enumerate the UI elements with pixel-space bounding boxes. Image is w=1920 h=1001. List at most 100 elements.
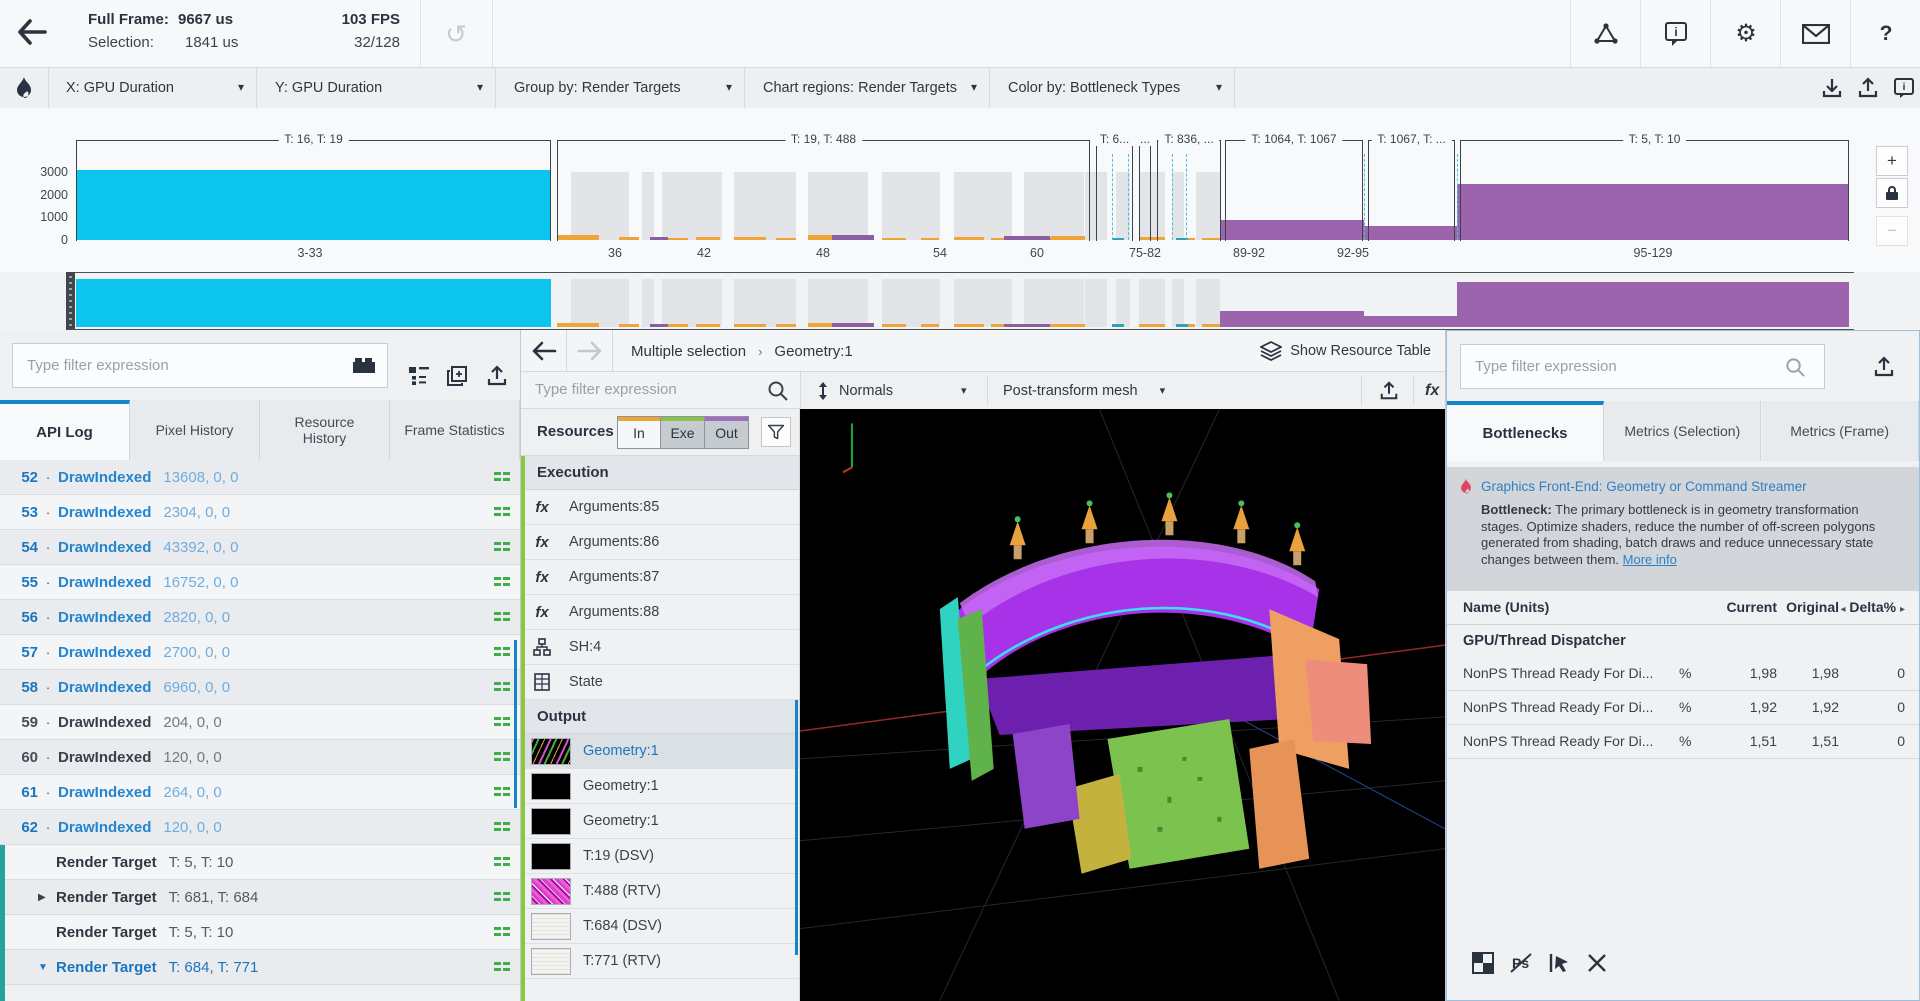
chart-bar-teal[interactable] [1112,324,1124,327]
resource-row[interactable]: SH:4 [521,630,800,665]
chart-bar-orange[interactable] [1139,324,1165,327]
chart-bar-orange[interactable] [1051,324,1085,327]
help-button[interactable]: ? [1850,0,1920,67]
chart-bar-gray[interactable] [1024,172,1084,240]
chart-bar-orange[interactable] [882,238,906,240]
region-label[interactable]: T: 836, ... [1158,132,1219,146]
chart-bar-gray[interactable] [808,172,868,240]
api-log-row[interactable]: 54·DrawIndexed43392, 0, 0 [0,530,520,565]
chart-bar-orange[interactable] [557,323,599,327]
resource-row[interactable]: fxArguments:86 [521,525,800,560]
chart-bar-purple[interactable] [1220,220,1364,240]
resource-row[interactable]: fxArguments:88 [521,595,800,630]
log-scrollbar[interactable] [514,640,517,808]
tab-metrics-selection-[interactable]: Metrics (Selection) [1604,401,1761,461]
tab-pixel-history[interactable]: Pixel History [130,400,260,460]
chart-bar-gray[interactable] [734,279,796,327]
nav-back-button[interactable] [521,330,567,372]
chart-bar-orange[interactable] [1202,238,1220,240]
api-log-row[interactable]: 58·DrawIndexed6960, 0, 0 [0,670,520,705]
chart-bar-purpleDark[interactable] [1004,236,1050,240]
column-original[interactable]: Original [1786,599,1839,615]
search-icon[interactable] [1785,357,1805,377]
chart-bar-gray[interactable] [954,172,1012,240]
resource-row[interactable]: Geometry:1 [521,734,800,769]
region-label[interactable]: T: 1067, T: ... [1371,132,1451,146]
bottleneck-title-link[interactable]: Graphics Front-End: Geometry or Command … [1481,479,1807,494]
api-log-row[interactable]: 56·DrawIndexed2820, 0, 0 [0,600,520,635]
chart-bar-orange[interactable] [619,324,639,327]
chart-bar-orange[interactable] [696,237,720,240]
chart-bar-teal[interactable] [1112,238,1124,240]
chart-bar-orange[interactable] [734,237,766,240]
view-mode-dropdown[interactable]: Normals ▾ [815,372,967,409]
chart-bar-orange[interactable] [921,324,939,327]
chart-bar-gray[interactable] [1172,279,1184,327]
io-filter-exe[interactable]: Exe [661,416,705,449]
chart-bar-gray[interactable] [1196,172,1220,240]
api-log-row[interactable]: 61·DrawIndexed264, 0, 0 [0,775,520,810]
chart-bar-orange[interactable] [776,324,796,327]
api-log-row[interactable]: 62·DrawIndexed120, 0, 0 [0,810,520,845]
chart-bar-purpleDark[interactable] [650,237,668,240]
back-button[interactable] [14,14,54,54]
breadcrumb-item-geometry[interactable]: Geometry:1 [774,343,852,360]
feedback-button[interactable] [1780,0,1851,67]
region-label[interactable]: T: 19, T: 488 [785,132,862,146]
region-label[interactable]: ... [1134,132,1156,146]
column-delta[interactable]: ◂ Delta% ▸ [1840,599,1905,615]
chart-bar-gray[interactable] [1116,279,1130,327]
chart-bar-gray[interactable] [662,279,722,327]
export-button[interactable] [1852,73,1884,103]
column-name[interactable]: Name (Units) [1463,599,1549,615]
hotspot-mode-button[interactable] [0,68,49,108]
tab-api-log[interactable]: API Log [0,400,130,460]
chart-bar-purple[interactable] [1364,316,1457,327]
resource-row[interactable]: fxArguments:87 [521,560,800,595]
chart-info-button[interactable]: i [1888,73,1920,103]
chart-bar-gray[interactable] [662,172,722,240]
show-resource-table-button[interactable]: Show Resource Table [1260,330,1431,372]
chart-plot-area[interactable]: T: 16, T: 19T: 19, T: 488T: 6......T: 83… [76,140,1849,240]
resource-row[interactable]: T:771 (RTV) [521,944,800,979]
zoom-out-button[interactable]: − [1876,216,1908,246]
chart-bar-gray[interactable] [808,279,868,327]
chart-bar-orange[interactable] [734,324,766,327]
resource-row[interactable]: T:19 (DSV) [521,839,800,874]
toolbar-dropdown[interactable]: Y: GPU Duration▾ [257,68,496,108]
api-log-row[interactable]: 57·DrawIndexed2700, 0, 0 [0,635,520,670]
render-target-row[interactable]: ▼Render TargetT: 684, T: 771 [0,950,520,985]
toolbar-dropdown[interactable]: Group by: Render Targets▾ [496,68,745,108]
chart-bar-gray[interactable] [642,172,654,240]
resource-row[interactable]: T:684 (DSV) [521,909,800,944]
filter-input[interactable]: Type filter expression [535,381,677,398]
chart-bar-gray[interactable] [882,279,940,327]
chart-bar-purpleDark[interactable] [832,235,874,240]
zoom-in-button[interactable]: + [1876,146,1908,176]
overview-plot-area[interactable] [76,273,1849,329]
chart-bar-orange[interactable] [557,235,599,240]
duplicate-view-button[interactable] [440,360,474,392]
metric-row[interactable]: NonPS Thread Ready For Di...%1,981,980 [1447,657,1919,691]
mesh-mode-dropdown[interactable]: Post-transform mesh ▾ [1003,372,1165,409]
chart-bar-orange[interactable] [1139,237,1165,240]
more-info-link[interactable]: More info [1623,552,1677,567]
resource-row[interactable]: Geometry:1 [521,804,800,839]
import-button[interactable] [1816,73,1848,103]
chart-bar-orange[interactable] [954,237,984,240]
chart-bar-gray[interactable] [1172,172,1184,240]
metric-row[interactable]: NonPS Thread Ready For Di...%1,921,920 [1447,691,1919,725]
lock-zoom-button[interactable] [1876,178,1908,208]
reset-selection-button[interactable]: ↺ [438,18,474,50]
simple-pixel-shader-experiment-button[interactable]: Ps [1507,949,1535,977]
io-filter-out[interactable]: Out [705,416,749,449]
expand-arrow-icon[interactable]: ▼ [38,962,56,973]
column-current[interactable]: Current [1726,599,1777,615]
chart-bar-orange[interactable] [1051,236,1085,240]
overdraw-experiment-button[interactable] [1469,949,1497,977]
chart-bar-orange[interactable] [921,238,939,240]
chart-bar-purpleDark[interactable] [650,324,668,327]
chart-bar-gray[interactable] [882,172,940,240]
filter-input[interactable] [12,343,388,388]
chart-bar-orange[interactable] [954,324,984,327]
